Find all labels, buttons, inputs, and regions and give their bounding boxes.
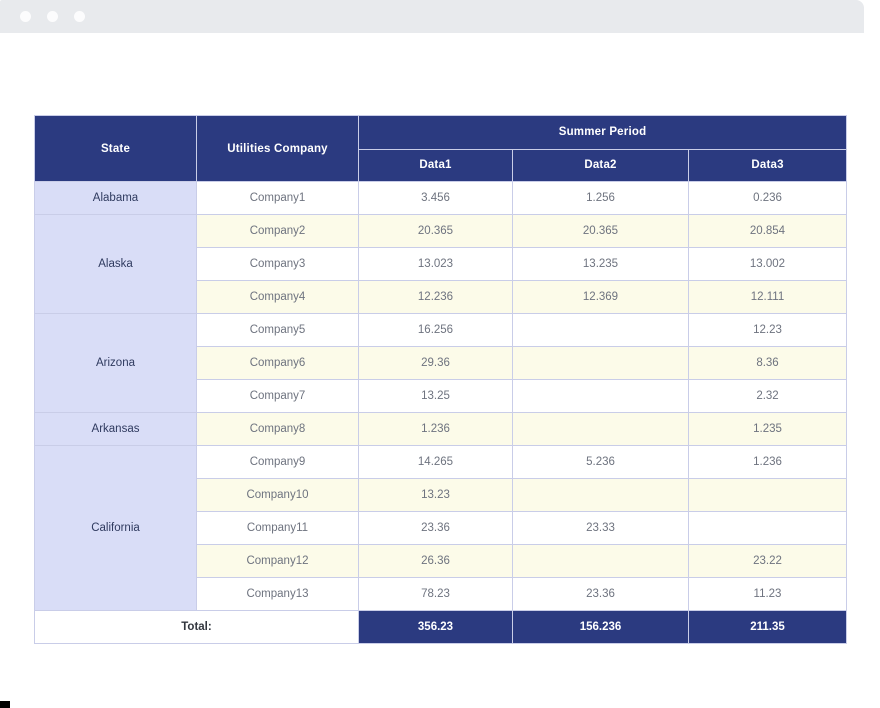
data3-cell: 0.236 bbox=[687, 181, 848, 215]
company-cell: Company7 bbox=[196, 379, 359, 413]
totals-label: Total: bbox=[34, 610, 359, 644]
data1-cell: 29.36 bbox=[358, 346, 513, 380]
minimize-dot-icon[interactable] bbox=[47, 11, 58, 22]
table-body: Alabama Company1 3.456 1.256 0.236 Alaska Comp… bbox=[34, 181, 848, 611]
column-group-header-summer-period: Summer Period bbox=[357, 115, 848, 150]
data3-cell: 12.23 bbox=[687, 313, 848, 347]
table-footer: Total: 356.23 156.236 211.35 bbox=[34, 610, 848, 644]
company-cell: Company5 bbox=[196, 313, 359, 347]
table-header: State Utilities Company Summer Period Da… bbox=[34, 115, 848, 182]
data1-cell: 14.265 bbox=[358, 445, 513, 479]
data2-cell bbox=[512, 544, 689, 578]
corner-mark bbox=[0, 701, 10, 708]
state-cell: Arkansas bbox=[34, 412, 197, 446]
data2-cell: 13.235 bbox=[512, 247, 689, 281]
state-cell: California bbox=[34, 445, 197, 611]
column-header-state[interactable]: State bbox=[34, 115, 197, 182]
data2-cell bbox=[512, 412, 689, 446]
state-cell: Arizona bbox=[34, 313, 197, 413]
data2-cell: 20.365 bbox=[512, 214, 689, 248]
table-row[interactable]: Alabama Company1 3.456 1.256 0.236 bbox=[34, 181, 848, 215]
data1-cell: 26.36 bbox=[358, 544, 513, 578]
header-row-group: State Utilities Company Summer Period bbox=[34, 115, 848, 182]
utilities-data-table: State Utilities Company Summer Period Da… bbox=[34, 115, 848, 644]
table-row[interactable]: Arkansas Company8 1.236 1.235 bbox=[34, 412, 848, 446]
company-cell: Company11 bbox=[196, 511, 359, 545]
company-cell: Company3 bbox=[196, 247, 359, 281]
column-header-data3[interactable]: Data3 bbox=[687, 149, 848, 182]
data3-cell: 12.111 bbox=[687, 280, 848, 314]
company-cell: Company10 bbox=[196, 478, 359, 512]
data2-cell bbox=[512, 346, 689, 380]
company-cell: Company2 bbox=[196, 214, 359, 248]
data3-cell bbox=[687, 478, 848, 512]
data2-cell: 23.36 bbox=[512, 577, 689, 611]
window-title-bar bbox=[0, 0, 864, 33]
data1-cell: 20.365 bbox=[358, 214, 513, 248]
data3-cell: 23.22 bbox=[687, 544, 848, 578]
data3-cell: 11.23 bbox=[687, 577, 848, 611]
data1-cell: 3.456 bbox=[358, 181, 513, 215]
column-header-company[interactable]: Utilities Company bbox=[196, 115, 359, 182]
data1-cell: 13.23 bbox=[358, 478, 513, 512]
column-header-data2[interactable]: Data2 bbox=[512, 149, 689, 182]
utilities-data-table-container: State Utilities Company Summer Period Da… bbox=[34, 115, 848, 644]
data2-cell: 5.236 bbox=[512, 445, 689, 479]
totals-data2: 156.236 bbox=[512, 610, 689, 644]
data2-cell bbox=[512, 313, 689, 347]
company-cell: Company6 bbox=[196, 346, 359, 380]
page-content: State Utilities Company Summer Period Da… bbox=[0, 33, 880, 708]
column-header-data1[interactable]: Data1 bbox=[358, 149, 513, 182]
traffic-light-group bbox=[20, 11, 85, 22]
table-row[interactable]: Arizona Company5 16.256 12.23 bbox=[34, 313, 848, 413]
data3-cell: 8.36 bbox=[687, 346, 848, 380]
company-cell: Company13 bbox=[196, 577, 359, 611]
data2-cell bbox=[512, 478, 689, 512]
close-dot-icon[interactable] bbox=[20, 11, 31, 22]
data3-cell: 20.854 bbox=[687, 214, 848, 248]
totals-data3: 211.35 bbox=[687, 610, 848, 644]
data1-cell: 78.23 bbox=[358, 577, 513, 611]
data3-cell bbox=[687, 511, 848, 545]
state-cell: Alaska bbox=[34, 214, 197, 314]
data3-cell: 13.002 bbox=[687, 247, 848, 281]
data3-cell: 2.32 bbox=[687, 379, 848, 413]
table-row[interactable]: California Company9 14.265 5.236 1.236 bbox=[34, 445, 848, 611]
data1-cell: 13.023 bbox=[358, 247, 513, 281]
company-cell: Company4 bbox=[196, 280, 359, 314]
state-cell: Alabama bbox=[34, 181, 197, 215]
data2-cell: 23.33 bbox=[512, 511, 689, 545]
maximize-dot-icon[interactable] bbox=[74, 11, 85, 22]
data1-cell: 12.236 bbox=[358, 280, 513, 314]
company-cell: Company12 bbox=[196, 544, 359, 578]
data1-cell: 23.36 bbox=[358, 511, 513, 545]
company-cell: Company1 bbox=[196, 181, 359, 215]
totals-data1: 356.23 bbox=[358, 610, 513, 644]
data1-cell: 1.236 bbox=[358, 412, 513, 446]
data3-cell: 1.235 bbox=[687, 412, 848, 446]
data2-cell: 12.369 bbox=[512, 280, 689, 314]
company-cell: Company9 bbox=[196, 445, 359, 479]
data3-cell: 1.236 bbox=[687, 445, 848, 479]
data1-cell: 13.25 bbox=[358, 379, 513, 413]
company-cell: Company8 bbox=[196, 412, 359, 446]
data1-cell: 16.256 bbox=[358, 313, 513, 347]
data2-cell bbox=[512, 379, 689, 413]
totals-row: Total: 356.23 156.236 211.35 bbox=[34, 610, 848, 644]
data2-cell: 1.256 bbox=[512, 181, 689, 215]
table-row[interactable]: Alaska Company2 20.365 20.365 20.854 bbox=[34, 214, 848, 314]
